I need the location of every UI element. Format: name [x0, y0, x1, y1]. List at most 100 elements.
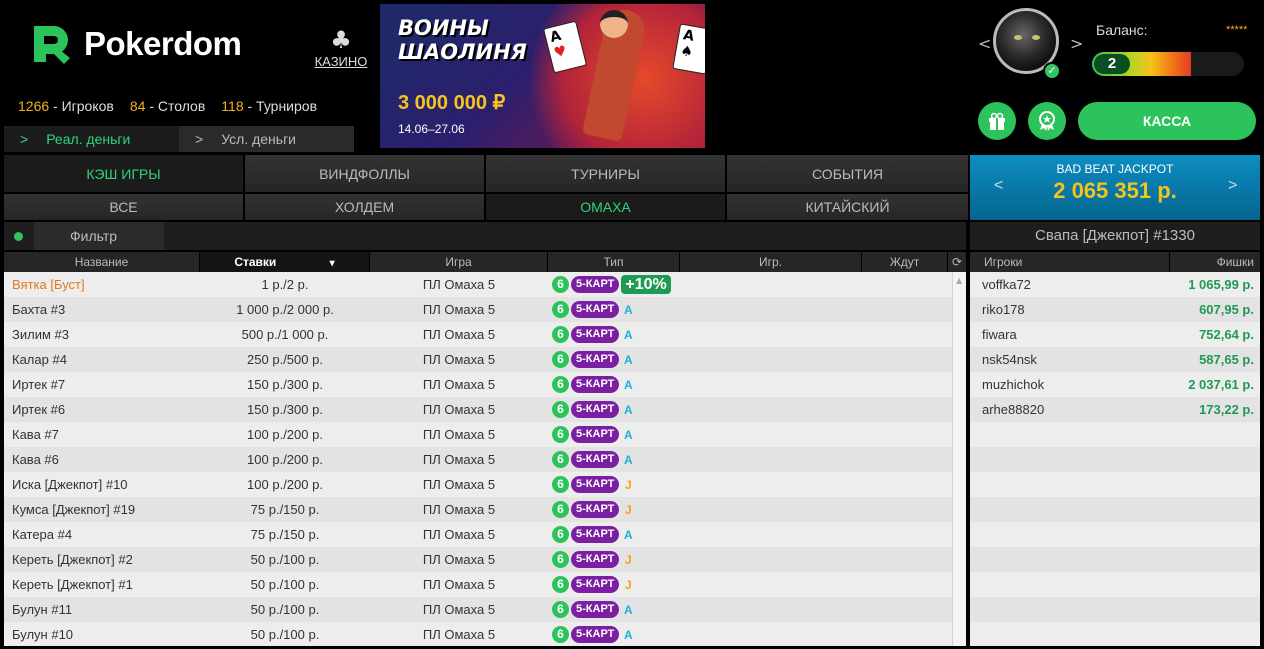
- player-row[interactable]: arhe88820 173,22 р.: [970, 397, 1260, 422]
- table-name: Калар #4: [12, 352, 67, 367]
- jackpot-value: 2 065 351 р.: [1053, 178, 1177, 203]
- player-row[interactable]: muzhichok 2 037,61 р.: [970, 372, 1260, 397]
- column-type[interactable]: Тип: [548, 252, 680, 272]
- table-row[interactable]: Калар #4 250 р./500 р. ПЛ Омаха 5 6 5-КАРТ A: [4, 347, 966, 372]
- table-row[interactable]: Бахта #3 1 000 р./2 000 р. ПЛ Омаха 5 6 5-КА…: [4, 297, 966, 322]
- table-type: 6 5-КАРТ A: [548, 376, 748, 393]
- chevron-left-icon[interactable]: <: [994, 177, 1003, 195]
- table-stakes: 50 р./100 р.: [250, 577, 320, 592]
- seats-badge: 6: [552, 601, 569, 618]
- tab-cash-games[interactable]: КЭШ ИГРЫ: [4, 155, 245, 192]
- casino-link[interactable]: ♣ КАЗИНО: [306, 26, 376, 69]
- balance-value[interactable]: *****: [1226, 24, 1247, 36]
- scroll-up-icon[interactable]: ▲: [956, 276, 962, 285]
- table-row[interactable]: Кава #7 100 р./200 р. ПЛ Омаха 5 6 5-КАРТ A: [4, 422, 966, 447]
- tab-tournaments[interactable]: ТУРНИРЫ: [486, 155, 727, 192]
- player-row-empty: [970, 622, 1260, 647]
- five-card-badge: 5-КАРТ: [571, 326, 620, 343]
- table-game: ПЛ Омаха 5: [422, 527, 496, 542]
- player-name: arhe88820: [982, 402, 1045, 417]
- player-row-empty: [970, 572, 1260, 597]
- player-rows: voffka72 1 065,99 р. riko178 607,95 р. fiwar…: [970, 272, 1260, 647]
- player-row[interactable]: voffka72 1 065,99 р.: [970, 272, 1260, 297]
- pokerdom-logo[interactable]: Pokerdom: [30, 22, 242, 66]
- tab-omaha[interactable]: ОМАХА: [486, 194, 727, 220]
- player-row-empty: [970, 522, 1260, 547]
- table-game: ПЛ Омаха 5: [422, 502, 496, 517]
- tab-events[interactable]: СОБЫТИЯ: [727, 155, 968, 192]
- table-game: ПЛ Омаха 5: [422, 377, 496, 392]
- jackpot-tag: J: [625, 477, 632, 492]
- table-row[interactable]: Кумса [Джекпот] #19 75 р./150 р. ПЛ Омаха …: [4, 497, 966, 522]
- column-players[interactable]: Игр.: [680, 252, 862, 272]
- table-row[interactable]: Вятка [Буст] 1 р./2 р. ПЛ Омаха 5 6 5-КАРТ +1…: [4, 272, 966, 297]
- rewards-button[interactable]: [1028, 102, 1066, 140]
- table-row[interactable]: Зилим #3 500 р./1 000 р. ПЛ Омаха 5 6 5-КАРТ…: [4, 322, 966, 347]
- seats-badge: 6: [552, 626, 569, 643]
- table-stakes: 50 р./100 р.: [250, 627, 320, 642]
- table-row[interactable]: Катера #4 75 р./150 р. ПЛ Омаха 5 6 5-КАРТ A: [4, 522, 966, 547]
- table-stakes: 150 р./300 р.: [247, 402, 323, 417]
- table-stakes: 75 р./150 р.: [250, 502, 320, 517]
- table-row[interactable]: Иртек #6 150 р./300 р. ПЛ Омаха 5 6 5-КАРТ A: [4, 397, 966, 422]
- filter-bar: Фильтр: [4, 222, 966, 250]
- column-stakes[interactable]: Ставки ▾: [200, 252, 370, 272]
- table-stakes: 1 000 р./2 000 р.: [236, 302, 334, 317]
- player-row[interactable]: fiwara 752,64 р.: [970, 322, 1260, 347]
- cashier-button[interactable]: КАССА: [1078, 102, 1256, 140]
- column-name[interactable]: Название: [4, 252, 200, 272]
- player-row-empty: [970, 547, 1260, 572]
- player-name: muzhichok: [982, 377, 1045, 392]
- seats-badge: 6: [552, 451, 569, 468]
- table-type: 6 5-КАРТ A: [548, 451, 748, 468]
- player-row[interactable]: riko178 607,95 р.: [970, 297, 1260, 322]
- table-row[interactable]: Кереть [Джекпот] #1 50 р./100 р. ПЛ Омаха …: [4, 572, 966, 597]
- table-row[interactable]: Булун #10 50 р./100 р. ПЛ Омаха 5 6 5-КАРТ A: [4, 622, 966, 646]
- column-waiting[interactable]: Ждут: [862, 252, 948, 272]
- player-row-empty: [970, 497, 1260, 522]
- player-row[interactable]: nsk54nsk 587,65 р.: [970, 347, 1260, 372]
- player-chips: 1 065,99 р.: [1188, 277, 1254, 292]
- chevron-right-icon[interactable]: >: [1228, 177, 1237, 195]
- chevron-left-icon[interactable]: <: [978, 34, 991, 53]
- table-stakes: 50 р./100 р.: [250, 602, 320, 617]
- table-stakes: 75 р./150 р.: [250, 527, 320, 542]
- tag-a: A: [624, 352, 633, 367]
- tab-play-money[interactable]: > Усл. деньги: [179, 126, 354, 152]
- warrior-head: [600, 10, 628, 38]
- tab-all[interactable]: ВСЕ: [4, 194, 245, 220]
- table-game: ПЛ Омаха 5: [422, 477, 496, 492]
- player-chips: 607,95 р.: [1199, 302, 1254, 317]
- banner-amount: 3 000 000 ₽: [398, 92, 506, 114]
- seats-badge: 6: [552, 426, 569, 443]
- table-name: Иртек #6: [12, 402, 66, 417]
- tab-chinese[interactable]: КИТАЙСКИЙ: [727, 194, 968, 220]
- game-type-tabs: КЭШ ИГРЫ ВИНДФОЛЛЫ ТУРНИРЫ СОБЫТИЯ: [4, 155, 968, 192]
- table-game: ПЛ Омаха 5: [422, 427, 496, 442]
- tab-real-money[interactable]: > Реал. деньги: [4, 126, 179, 152]
- table-row[interactable]: Кава #6 100 р./200 р. ПЛ Омаха 5 6 5-КАРТ A: [4, 447, 966, 472]
- table-scrollbar[interactable]: ▲: [952, 272, 966, 646]
- tag-a: A: [624, 602, 633, 617]
- table-row[interactable]: Булун #11 50 р./100 р. ПЛ Омаха 5 6 5-КАРТ A: [4, 597, 966, 622]
- chevron-right-icon[interactable]: >: [1070, 34, 1083, 53]
- jackpot-tag: J: [625, 577, 632, 592]
- table-row[interactable]: Кереть [Джекпот] #2 50 р./100 р. ПЛ Омаха …: [4, 547, 966, 572]
- bad-beat-jackpot[interactable]: < BAD BEAT JACKPOT 2 065 351 р. >: [970, 155, 1260, 220]
- promo-banner[interactable]: A ♥ A ♠ ВОИНЫ ШАОЛИНЯ 3 000 000 ₽ 14.06–27…: [380, 4, 705, 148]
- table-row[interactable]: Иртек #7 150 р./300 р. ПЛ Омаха 5 6 5-КАРТ A: [4, 372, 966, 397]
- table-game: ПЛ Омаха 5: [422, 552, 496, 567]
- seats-badge: 6: [552, 276, 569, 293]
- tournaments-label: - Турниров: [243, 98, 318, 114]
- filter-button[interactable]: Фильтр: [34, 222, 164, 250]
- tab-holdem[interactable]: ХОЛДЕМ: [245, 194, 486, 220]
- table-row[interactable]: Иска [Джекпот] #10 100 р./200 р. ПЛ Омаха …: [4, 472, 966, 497]
- lobby-table-header: Название Ставки ▾ Игра Тип Игр. Ждут ⟳: [4, 252, 966, 272]
- table-stakes: 250 р./500 р.: [247, 352, 323, 367]
- gift-button[interactable]: [978, 102, 1016, 140]
- table-name: Булун #11: [12, 602, 73, 617]
- refresh-icon[interactable]: ⟳: [948, 252, 966, 272]
- column-game[interactable]: Игра: [370, 252, 548, 272]
- tab-windfalls[interactable]: ВИНДФОЛЛЫ: [245, 155, 486, 192]
- table-game: ПЛ Омаха 5: [422, 327, 496, 342]
